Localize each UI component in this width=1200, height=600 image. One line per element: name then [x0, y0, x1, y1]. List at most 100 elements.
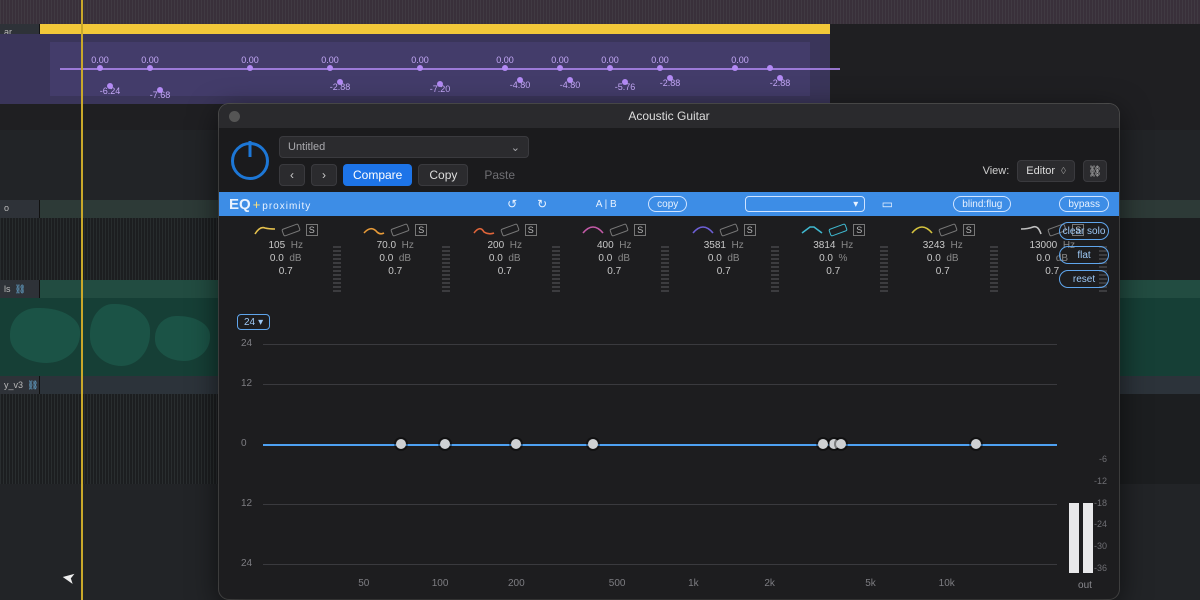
band-2-meter — [442, 246, 450, 292]
reset-button[interactable]: reset — [1059, 270, 1109, 288]
band-2-tool-icon[interactable] — [390, 223, 410, 237]
blindflug-button[interactable]: blind:flug — [953, 196, 1011, 212]
eq-node-4[interactable] — [588, 439, 598, 449]
eq-node-8[interactable] — [971, 439, 981, 449]
band-8-shape-icon[interactable] — [1020, 225, 1042, 235]
band-2-db[interactable]: 0.0 dB — [379, 253, 411, 264]
band-4-db[interactable]: 0.0 dB — [598, 253, 630, 264]
band-3-solo-button[interactable]: S — [525, 224, 537, 236]
band-6-db[interactable]: 0.0 % — [819, 253, 847, 264]
band-6-shape-icon[interactable] — [801, 225, 823, 235]
band-3-tool-icon[interactable] — [500, 223, 520, 237]
updown-icon: ◊ — [1061, 166, 1066, 177]
band-1-meter — [333, 246, 341, 292]
band-3-hz[interactable]: 200 Hz — [488, 240, 522, 251]
band-7-q[interactable]: 0.7 — [936, 266, 950, 277]
band-5-solo-button[interactable]: S — [744, 224, 756, 236]
band-1-tool-icon[interactable] — [281, 223, 301, 237]
preset-name: Untitled — [288, 141, 325, 153]
view-select-value: Editor — [1026, 165, 1055, 177]
band-2-q[interactable]: 0.7 — [388, 266, 402, 277]
power-button[interactable] — [231, 142, 269, 180]
save-icon[interactable]: ▭ — [879, 196, 895, 212]
preset-next-button[interactable]: › — [311, 164, 337, 186]
band-7-solo-button[interactable]: S — [963, 224, 975, 236]
track-label-ls: ls — [4, 284, 11, 294]
band-1-hz[interactable]: 105 Hz — [269, 240, 303, 251]
compare-button[interactable]: Compare — [343, 164, 412, 186]
x-tick-7: 10k — [939, 578, 955, 589]
band-4-tool-icon[interactable] — [609, 223, 629, 237]
aut-top-6: 0.00 — [551, 55, 569, 65]
band-3-shape-icon[interactable] — [473, 225, 495, 235]
eq-node-1[interactable] — [440, 439, 450, 449]
eq-graph[interactable]: 24 ▾ 241201224501002005001k2k5k10k — [233, 314, 1057, 593]
ab-copy-button[interactable]: copy — [648, 196, 687, 212]
aut-top-1: 0.00 — [141, 55, 159, 65]
band-1-solo-button[interactable]: S — [306, 224, 318, 236]
paste-button[interactable]: Paste — [474, 164, 525, 186]
band-4-shape-icon[interactable] — [582, 225, 604, 235]
y-tick-0: 24 — [241, 338, 252, 349]
flat-button[interactable]: flat — [1059, 246, 1109, 264]
link-icon-2: ⛓ — [27, 380, 38, 391]
band-7-tool-icon[interactable] — [938, 223, 958, 237]
undo-button[interactable]: ↺ — [504, 196, 520, 212]
band-2-shape-icon[interactable] — [363, 225, 385, 235]
copy-button[interactable]: Copy — [418, 164, 468, 186]
close-icon[interactable] — [229, 111, 240, 122]
aut-bot-8: -2.88 — [770, 78, 791, 88]
caret-icon: ▾ — [258, 317, 263, 328]
bypass-button[interactable]: bypass — [1059, 196, 1109, 212]
aut-top-2: 0.00 — [241, 55, 259, 65]
preset-dropdown[interactable]: ▾ — [745, 196, 865, 212]
x-tick-5: 2k — [764, 578, 775, 589]
view-select[interactable]: Editor ◊ — [1017, 160, 1075, 182]
band-5-shape-icon[interactable] — [692, 225, 714, 235]
eq-node-7[interactable] — [818, 439, 828, 449]
band-6-meter — [880, 246, 888, 292]
aut-bot-6: -5.76 — [615, 82, 636, 92]
band-1-shape-icon[interactable] — [254, 225, 276, 235]
aut-top-4: 0.00 — [411, 55, 429, 65]
aut-bot-5: -4.80 — [560, 80, 581, 90]
preset-select[interactable]: Untitled ⌄ — [279, 136, 529, 158]
band-8-q[interactable]: 0.7 — [1045, 266, 1059, 277]
band-1-q[interactable]: 0.7 — [279, 266, 293, 277]
band-7-hz[interactable]: 3243 Hz — [923, 240, 963, 251]
band-5-tool-icon[interactable] — [719, 223, 739, 237]
sidechain-button[interactable]: ⛓ — [1083, 160, 1107, 182]
band-6-tool-icon[interactable] — [828, 223, 848, 237]
band-7-shape-icon[interactable] — [911, 225, 933, 235]
x-tick-0: 50 — [358, 578, 369, 589]
db-range-chip[interactable]: 24 ▾ — [237, 314, 270, 330]
band-4-q[interactable]: 0.7 — [607, 266, 621, 277]
band-6-hz[interactable]: 3814 Hz — [813, 240, 853, 251]
band-5-hz[interactable]: 3581 Hz — [704, 240, 744, 251]
band-5-q[interactable]: 0.7 — [717, 266, 731, 277]
x-tick-1: 100 — [432, 578, 449, 589]
aut-top-5: 0.00 — [496, 55, 514, 65]
band-2-solo-button[interactable]: S — [415, 224, 427, 236]
redo-button[interactable]: ↻ — [534, 196, 550, 212]
ab-toggle[interactable]: A | B — [598, 196, 614, 212]
y-tick-3: 12 — [241, 498, 252, 509]
band-3-q[interactable]: 0.7 — [498, 266, 512, 277]
band-1-db[interactable]: 0.0 dB — [270, 253, 302, 264]
band-7-db[interactable]: 0.0 dB — [927, 253, 959, 264]
aut-top-7: 0.00 — [601, 55, 619, 65]
preset-prev-button[interactable]: ‹ — [279, 164, 305, 186]
x-tick-6: 5k — [865, 578, 876, 589]
band-4-solo-button[interactable]: S — [634, 224, 646, 236]
caret-icon: ▾ — [853, 199, 858, 210]
band-6-solo-button[interactable]: S — [853, 224, 865, 236]
band-4-hz[interactable]: 400 Hz — [597, 240, 631, 251]
band-5-db[interactable]: 0.0 dB — [708, 253, 740, 264]
band-3-db[interactable]: 0.0 dB — [489, 253, 521, 264]
eq-node-3[interactable] — [511, 439, 521, 449]
band-6-q[interactable]: 0.7 — [826, 266, 840, 277]
eq-node-2[interactable] — [396, 439, 406, 449]
eq-node-6[interactable] — [836, 439, 846, 449]
band-2-hz[interactable]: 70.0 Hz — [377, 240, 414, 251]
clear-solo-button[interactable]: clear solo — [1059, 222, 1109, 240]
